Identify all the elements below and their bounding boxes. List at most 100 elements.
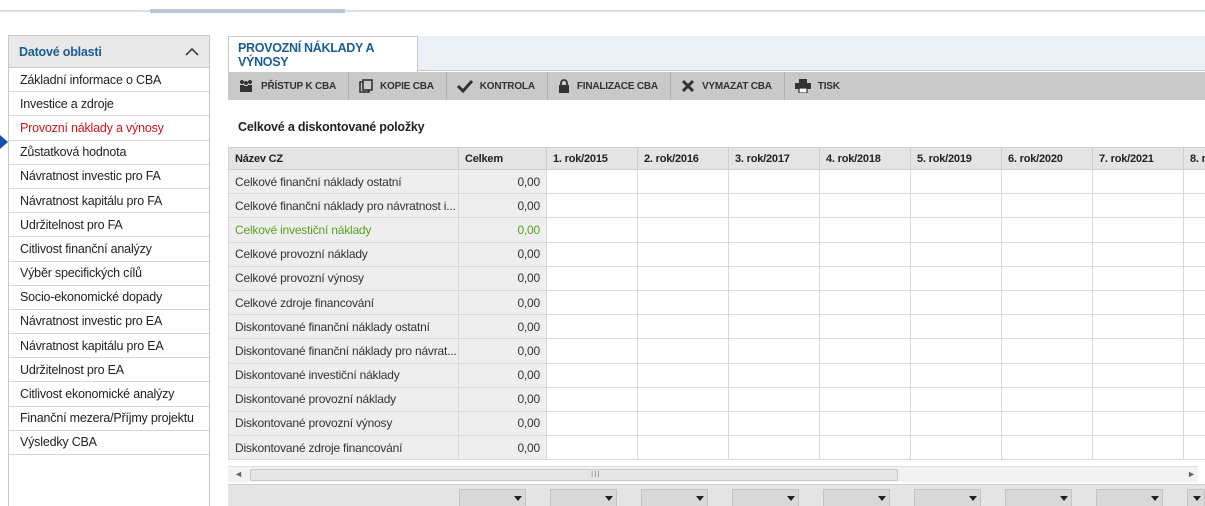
- sidebar-item[interactable]: Návratnost kapitálu pro FA: [9, 189, 209, 214]
- copy-cba-button[interactable]: KOPIE CBA: [349, 72, 447, 100]
- table-row[interactable]: Celkové finanční náklady ostatní 0,00: [228, 168, 1205, 195]
- year-value-cell[interactable]: [637, 314, 729, 340]
- year-value-cell[interactable]: [728, 435, 820, 461]
- year-value-cell[interactable]: [819, 217, 911, 243]
- year-value-cell[interactable]: [910, 193, 1002, 219]
- year-value-cell[interactable]: [1001, 217, 1093, 243]
- year-value-cell[interactable]: [728, 193, 820, 219]
- column-header[interactable]: 1. rok/2015: [546, 147, 638, 170]
- year-value-cell[interactable]: [728, 338, 820, 364]
- year-value-cell[interactable]: [1001, 168, 1093, 195]
- column-filter-select[interactable]: [823, 489, 890, 506]
- year-value-cell[interactable]: [819, 410, 911, 437]
- column-header[interactable]: 5. rok/2019: [910, 147, 1002, 170]
- year-value-cell[interactable]: [1183, 289, 1205, 316]
- year-value-cell[interactable]: [728, 241, 820, 267]
- year-value-cell[interactable]: [1001, 435, 1093, 461]
- scroll-right-arrow-icon[interactable]: ►: [1187, 469, 1196, 479]
- sidebar-item[interactable]: Citlivost ekonomické analýzy: [9, 382, 209, 407]
- table-row[interactable]: Diskontované investiční náklady 0,00: [228, 362, 1205, 388]
- year-value-cell[interactable]: [1092, 217, 1184, 243]
- year-value-cell[interactable]: [546, 314, 638, 340]
- sidebar-item[interactable]: Socio-ekonomické dopady: [9, 286, 209, 310]
- year-value-cell[interactable]: [546, 435, 638, 461]
- year-value-cell[interactable]: [1183, 410, 1205, 437]
- year-value-cell[interactable]: [546, 410, 638, 437]
- year-value-cell[interactable]: [637, 217, 729, 243]
- year-value-cell[interactable]: [1092, 265, 1184, 291]
- year-value-cell[interactable]: [1092, 314, 1184, 340]
- table-row[interactable]: Diskontované zdroje financování 0,00: [228, 435, 1205, 461]
- year-value-cell[interactable]: [1183, 435, 1205, 461]
- sidebar-item[interactable]: Výsledky CBA: [9, 431, 209, 455]
- column-filter-select[interactable]: [1005, 489, 1072, 506]
- year-value-cell[interactable]: [546, 217, 638, 243]
- column-filter-select[interactable]: [914, 489, 981, 506]
- year-value-cell[interactable]: [728, 410, 820, 437]
- column-header[interactable]: 7. rok/2021: [1092, 147, 1184, 170]
- year-value-cell[interactable]: [637, 289, 729, 316]
- year-value-cell[interactable]: [546, 362, 638, 388]
- year-value-cell[interactable]: [1001, 410, 1093, 437]
- delete-cba-button[interactable]: VYMAZAT CBA: [671, 72, 785, 100]
- year-value-cell[interactable]: [819, 265, 911, 291]
- year-value-cell[interactable]: [1183, 386, 1205, 412]
- year-value-cell[interactable]: [546, 338, 638, 364]
- year-value-cell[interactable]: [910, 217, 1002, 243]
- year-value-cell[interactable]: [637, 241, 729, 267]
- column-header[interactable]: Celkem: [458, 147, 547, 170]
- table-row[interactable]: Diskontované provozní výnosy 0,00: [228, 410, 1205, 437]
- year-value-cell[interactable]: [728, 314, 820, 340]
- table-row[interactable]: Celkové provozní náklady 0,00: [228, 241, 1205, 267]
- sidebar-item[interactable]: Návratnost investic pro FA: [9, 165, 209, 189]
- sidebar-item[interactable]: Citlivost finanční analýzy: [9, 237, 209, 262]
- year-value-cell[interactable]: [910, 362, 1002, 388]
- sidebar-item[interactable]: Návratnost investic pro EA: [9, 310, 209, 335]
- year-value-cell[interactable]: [546, 193, 638, 219]
- year-value-cell[interactable]: [1183, 338, 1205, 364]
- year-value-cell[interactable]: [1183, 168, 1205, 195]
- year-value-cell[interactable]: [637, 410, 729, 437]
- scrollbar-thumb[interactable]: III: [250, 469, 898, 481]
- sidebar-item[interactable]: Finanční mezera/Příjmy projektu: [9, 407, 209, 431]
- column-filter-select[interactable]: [732, 489, 799, 506]
- year-value-cell[interactable]: [546, 289, 638, 316]
- year-value-cell[interactable]: [637, 338, 729, 364]
- year-value-cell[interactable]: [1092, 386, 1184, 412]
- year-value-cell[interactable]: [819, 435, 911, 461]
- column-filter-select[interactable]: [641, 489, 708, 506]
- tab-operating-costs[interactable]: PROVOZNÍ NÁKLADY A VÝNOSY: [228, 36, 418, 72]
- year-value-cell[interactable]: [819, 241, 911, 267]
- column-header[interactable]: 6. rok/2020: [1001, 147, 1093, 170]
- year-value-cell[interactable]: [819, 314, 911, 340]
- year-value-cell[interactable]: [910, 314, 1002, 340]
- year-value-cell[interactable]: [546, 386, 638, 412]
- year-value-cell[interactable]: [637, 265, 729, 291]
- column-filter-select[interactable]: [1187, 489, 1205, 506]
- column-filter-select[interactable]: [1096, 489, 1163, 506]
- year-value-cell[interactable]: [1183, 217, 1205, 243]
- table-row[interactable]: Celkové finanční náklady pro návratnost …: [228, 193, 1205, 219]
- sidebar-header[interactable]: Datové oblasti: [9, 36, 209, 68]
- column-header[interactable]: 3. rok/2017: [728, 147, 820, 170]
- year-value-cell[interactable]: [637, 193, 729, 219]
- year-value-cell[interactable]: [637, 168, 729, 195]
- year-value-cell[interactable]: [1183, 265, 1205, 291]
- year-value-cell[interactable]: [910, 386, 1002, 412]
- year-value-cell[interactable]: [637, 362, 729, 388]
- table-row[interactable]: Celkové provozní výnosy 0,00: [228, 265, 1205, 291]
- year-value-cell[interactable]: [1001, 265, 1093, 291]
- year-value-cell[interactable]: [1092, 410, 1184, 437]
- year-value-cell[interactable]: [1183, 241, 1205, 267]
- year-value-cell[interactable]: [910, 289, 1002, 316]
- sidebar-item[interactable]: Udržitelnost pro FA: [9, 213, 209, 238]
- year-value-cell[interactable]: [637, 435, 729, 461]
- year-value-cell[interactable]: [1092, 168, 1184, 195]
- year-value-cell[interactable]: [819, 386, 911, 412]
- sidebar-item[interactable]: Investice a zdroje: [9, 92, 209, 117]
- chevron-up-icon[interactable]: [185, 45, 199, 59]
- sidebar-item[interactable]: Návratnost kapitálu pro EA: [9, 334, 209, 359]
- print-button[interactable]: TISK: [785, 72, 852, 100]
- sidebar-item[interactable]: Udržitelnost pro EA: [9, 358, 209, 383]
- year-value-cell[interactable]: [728, 386, 820, 412]
